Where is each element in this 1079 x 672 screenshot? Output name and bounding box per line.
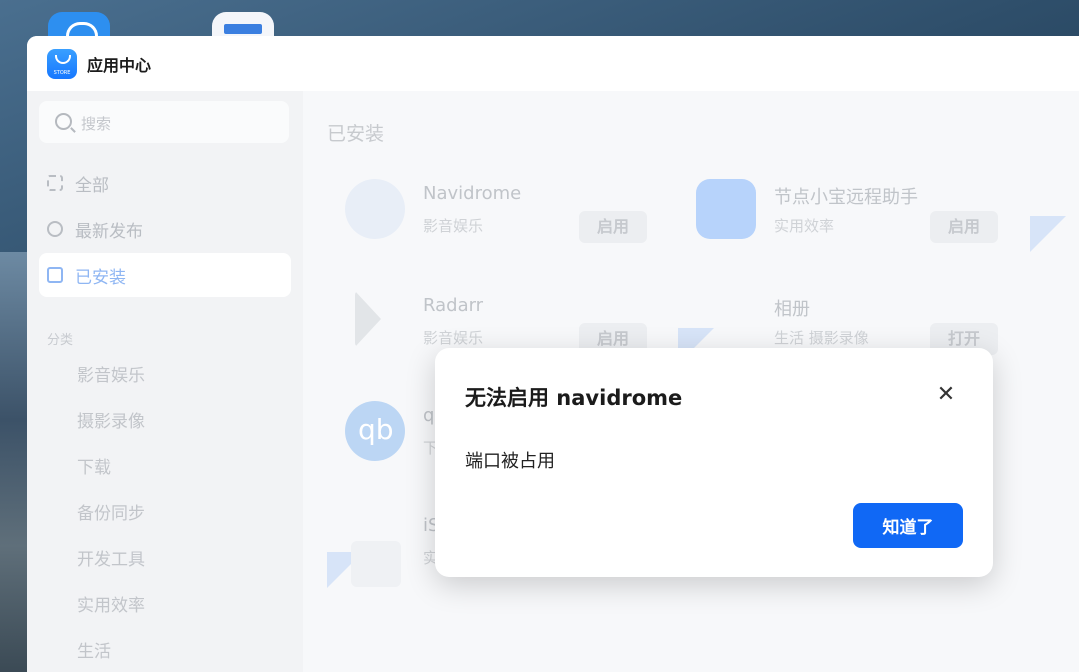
- app-category: 影音娱乐: [423, 329, 484, 347]
- app-name: Radarr: [423, 295, 484, 316]
- node-helper-icon: [696, 179, 756, 239]
- sidebar-category[interactable]: 摄影录像: [77, 407, 145, 432]
- app-name: 节点小宝远程助手: [774, 187, 918, 208]
- sidebar-category[interactable]: 开发工具: [77, 545, 145, 570]
- play-icon: [355, 291, 381, 347]
- app-name: Navidrome: [423, 183, 522, 204]
- sidebar-category[interactable]: 生活: [77, 637, 111, 662]
- qbittorrent-icon: [345, 401, 405, 461]
- badge-corner-icon: [1030, 216, 1066, 252]
- app-category: 实用效率: [774, 217, 835, 235]
- search-placeholder: 搜索: [81, 115, 112, 133]
- app-card[interactable]: Navidrome 影音娱乐 启用: [327, 179, 647, 269]
- titlebar: STORE 应用中心: [27, 36, 1079, 91]
- sidebar: 搜索 全部 最新发布 已安装 分类 影音娱乐 摄影录像 下载 备份同步 开发工具…: [27, 91, 303, 672]
- app-name: 相册: [774, 299, 810, 320]
- sidebar-item-label: 最新发布: [75, 221, 143, 242]
- window-title: 应用中心: [87, 55, 152, 75]
- enable-button[interactable]: 启用: [930, 211, 998, 243]
- app-thumbnail: [351, 541, 401, 587]
- category-header: 分类: [47, 333, 74, 348]
- search-input[interactable]: 搜索: [39, 101, 289, 143]
- sidebar-item-all[interactable]: 全部: [39, 161, 291, 205]
- app-name: q: [423, 405, 435, 426]
- dialog-message: 端口被占用: [465, 451, 555, 472]
- sidebar-category[interactable]: 下载: [77, 453, 111, 478]
- ok-button[interactable]: 知道了: [853, 503, 963, 548]
- sidebar-item-label: 全部: [75, 175, 109, 196]
- close-icon[interactable]: ✕: [933, 382, 959, 408]
- clock-icon: [47, 221, 63, 237]
- navidrome-icon: [345, 179, 405, 239]
- page-title: 已安装: [327, 123, 385, 145]
- store-logo-icon: STORE: [47, 48, 77, 79]
- sidebar-item-installed[interactable]: 已安装: [39, 253, 291, 297]
- app-category: 影音娱乐: [423, 217, 484, 235]
- installed-icon: [47, 267, 63, 283]
- enable-button[interactable]: 启用: [579, 211, 647, 243]
- search-icon: [55, 113, 72, 130]
- sidebar-item-label: 已安装: [75, 267, 126, 288]
- error-dialog: 无法启用 navidrome ✕ 端口被占用 知道了: [435, 348, 993, 577]
- dialog-title: 无法启用 navidrome: [465, 386, 683, 410]
- sidebar-category[interactable]: 影音娱乐: [77, 361, 145, 386]
- app-category: 生活 摄影录像: [774, 329, 869, 347]
- app-card[interactable]: 节点小宝远程助手 实用效率 启用: [678, 179, 998, 269]
- sidebar-category[interactable]: 备份同步: [77, 499, 145, 524]
- sidebar-item-latest[interactable]: 最新发布: [39, 207, 291, 251]
- sidebar-category[interactable]: 实用效率: [77, 591, 145, 616]
- grid-icon: [47, 175, 63, 191]
